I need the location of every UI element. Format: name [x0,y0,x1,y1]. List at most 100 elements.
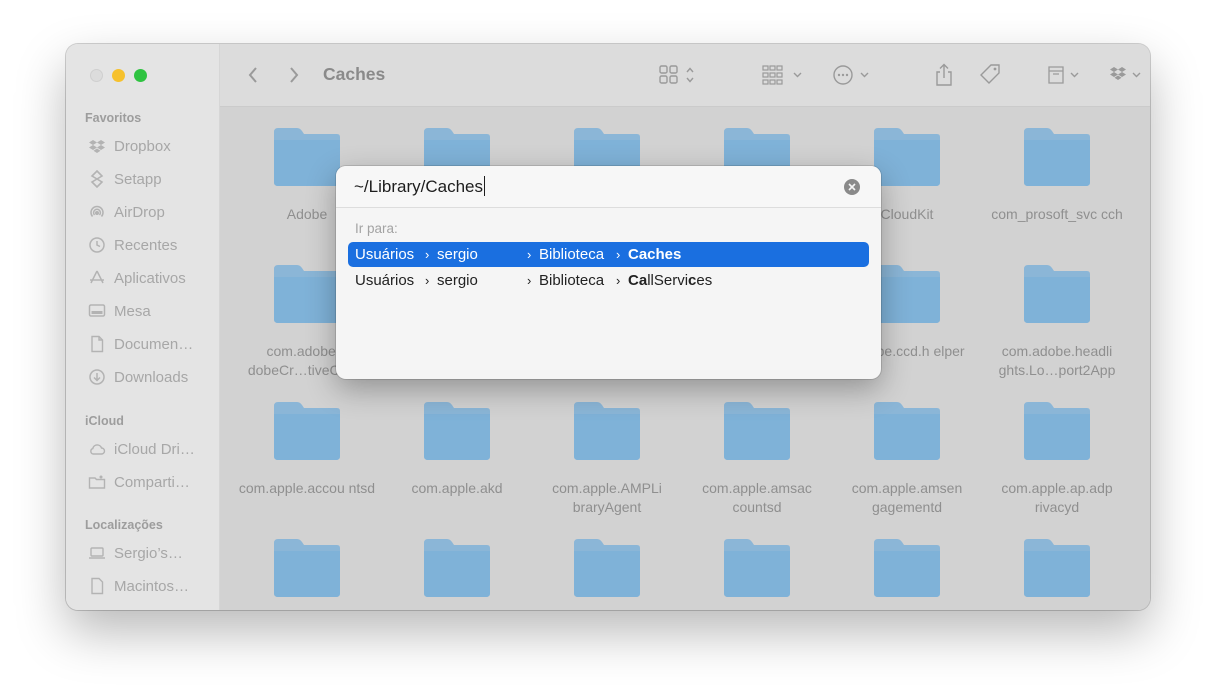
sidebar-item-icloud-drive[interactable]: iCloud Dri… [88,437,213,461]
sidebar-item-label: Mesa [114,302,151,320]
sidebar-item-airdrop[interactable]: AirDrop [88,200,213,224]
sidebar-item-dropbox[interactable]: Dropbox [88,134,213,158]
path-part-match: Caches [628,246,681,263]
download-icon [88,368,106,386]
path-part: Usuários [355,272,415,289]
sidebar-item-label: Comparti… [114,473,190,491]
setapp-icon [88,170,106,188]
folder-item[interactable] [682,537,832,610]
folder-label: com.apple.ap.adp rivacyd [1001,480,1113,515]
folder-item[interactable]: com.apple.AMPLi braryAgent [532,400,682,517]
chevron-right-icon: › [616,247,621,262]
dropbox-toolbar-button[interactable] [1108,64,1148,86]
sidebar-section-localizacoes: Localizações [85,518,163,532]
folder-icon [1024,402,1090,460]
go-to-folder-dialog: ~/Library/Caches Ir para: Usuários › ser… [336,166,881,379]
tag-icon [980,64,1000,84]
sidebar-item-setapp[interactable]: Setapp [88,167,213,191]
close-icon [848,183,856,191]
match-text: Caches [628,246,682,263]
laptop-icon [88,544,106,562]
sidebar-item-sergios-mac[interactable]: Sergio’s… [88,541,213,565]
ellipsis-circle-icon [833,65,869,85]
group-grid-icon [762,65,802,85]
close-button[interactable] [90,69,103,82]
cloud-icon [88,440,106,458]
folder-icon [574,402,640,460]
folder-icon [274,402,340,460]
chevron-right-icon: › [425,273,430,288]
sidebar-item-compartilhado[interactable]: Comparti… [88,470,213,494]
sidebar-section-icloud: iCloud [85,414,124,428]
goto-section-label: Ir para: [355,221,398,236]
sidebar-item-label: Downloads [114,368,189,386]
sidebar-item-mesa[interactable]: Mesa [88,299,213,323]
folder-item[interactable] [982,537,1132,610]
folder-item[interactable]: com.apple.accou ntsd [232,400,382,498]
folder-label: com.apple.accou ntsd [238,480,376,496]
zoom-button[interactable] [134,69,147,82]
chevron-right-icon: › [527,247,532,262]
folder-icon [874,402,940,460]
folder-item[interactable] [232,537,382,610]
tags-button[interactable] [977,63,1003,87]
folder-icon [874,265,940,323]
folder-item[interactable]: com.apple.akd [382,400,532,498]
clock-icon [88,236,106,254]
folder-item[interactable] [532,537,682,610]
action-button[interactable] [832,64,876,86]
folder-item[interactable] [382,537,532,610]
apps-icon [88,269,106,287]
folder-label: com.apple.AMPLi braryAgent [552,480,662,515]
folder-item[interactable]: com_prosoft_svc cch [982,126,1132,224]
folder-icon [274,539,340,597]
dropbox-icon [88,137,106,155]
folder-item[interactable]: com.apple.amsen gagementd [832,400,982,517]
path-input-value: ~/Library/Caches [354,177,483,196]
document-icon [88,335,106,353]
desktop-icon [88,302,106,320]
sidebar-item-label: iCloud Dri… [114,440,195,458]
folder-item[interactable]: com.apple.ap.adp rivacyd [982,400,1132,517]
view-mode-button[interactable] [658,64,700,86]
folder-item[interactable] [832,537,982,610]
folder-icon [1024,539,1090,597]
share-icon [936,63,952,86]
clear-button[interactable] [844,179,860,195]
sidebar-item-label: Setapp [114,170,162,188]
folder-item[interactable]: com.adobe.headli ghts.Lo…port2App [982,263,1132,380]
sidebar-item-documentos[interactable]: Documen… [88,332,213,356]
back-button[interactable] [242,64,264,86]
path-part-match: CallServices [628,272,712,289]
result-row[interactable]: Usuários › sergio › Biblioteca › CallSer… [348,268,869,293]
path-text: es [696,272,713,289]
sidebar-item-label: Macintos… [114,577,190,595]
folder-icon [724,539,790,597]
sidebar-item-recentes[interactable]: Recentes [88,233,213,257]
share-button[interactable] [932,62,956,88]
group-button[interactable] [762,64,806,86]
chevron-right-icon: › [527,273,532,288]
sidebar-item-macintosh-hd[interactable]: Macintos… [88,574,213,598]
sidebar-item-downloads[interactable]: Downloads [88,365,213,389]
chevron-right-icon [290,67,299,83]
chevron-right-icon: › [616,273,621,288]
result-row-selected[interactable]: Usuários › sergio › Biblioteca › Caches [348,242,869,267]
toolbar: Caches [220,44,1150,107]
folder-label: com.apple.amsac countsd [702,480,812,515]
shared-folder-icon [88,473,106,491]
sidebar-item-aplicativos[interactable]: Aplicativos [88,266,213,290]
dropbox-icon [1110,67,1141,80]
archive-button[interactable] [1046,64,1086,86]
folder-item[interactable]: com.apple.amsac countsd [682,400,832,517]
folder-icon [424,402,490,460]
minimize-button[interactable] [112,69,125,82]
sidebar-item-label: Dropbox [114,137,171,155]
path-text: llServi [647,272,689,289]
forward-button[interactable] [283,64,305,86]
sidebar-item-label: Recentes [114,236,178,254]
path-input[interactable]: ~/Library/Caches [336,166,881,208]
chevron-left-icon [248,67,257,83]
path-part: Usuários [355,246,415,263]
window-controls [90,69,147,82]
